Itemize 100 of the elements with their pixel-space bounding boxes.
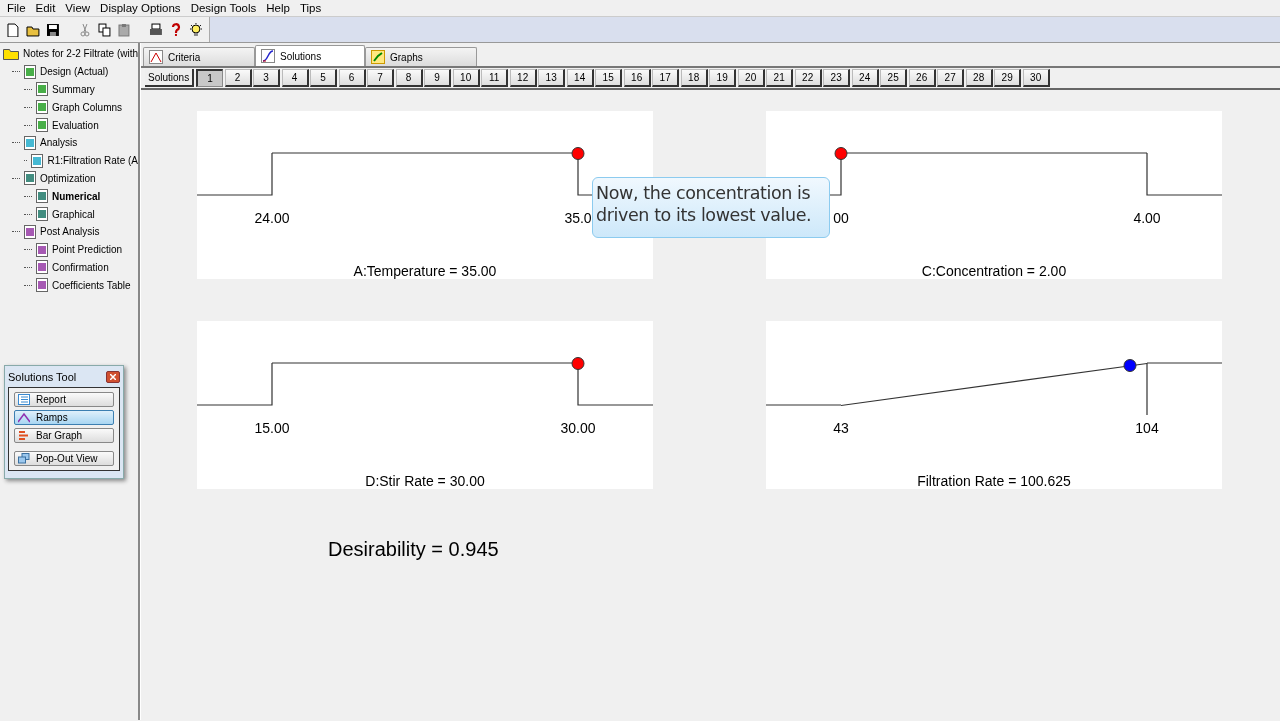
tree-item[interactable]: Graphical [52, 206, 95, 222]
solution-button[interactable]: 17 [652, 69, 680, 87]
peak-icon [149, 50, 163, 64]
menu-item[interactable]: Help [261, 0, 295, 16]
tree-item[interactable]: Coefficients Table [52, 277, 131, 293]
menu-item[interactable]: Tips [294, 0, 327, 16]
solution-button[interactable]: 20 [737, 69, 765, 87]
tree-item[interactable]: Numerical [52, 188, 101, 204]
tree-item[interactable]: Optimization [40, 170, 96, 186]
ramp-icon [18, 412, 30, 423]
tool-button[interactable]: Report [14, 392, 114, 407]
ramp-title: Filtration Rate = 100.625 [916, 472, 1072, 491]
solution-button[interactable]: 16 [623, 69, 651, 87]
solution-button[interactable]: 18 [680, 69, 708, 87]
tool-window-title: Solutions Tool [8, 369, 77, 385]
high-value: 4.00 [1133, 209, 1161, 228]
tree-item[interactable]: Post Analysis [40, 224, 100, 240]
desirability-text: Desirability = 0.945 [328, 537, 499, 562]
tree-item[interactable]: Point Prediction [52, 242, 123, 258]
solution-button[interactable]: 1 [196, 69, 224, 87]
low-value: 24.00 [254, 209, 290, 228]
high-value: 30.00 [560, 419, 596, 438]
document-icon [36, 189, 48, 204]
solution-button[interactable]: 27 [937, 69, 965, 87]
solution-button[interactable]: 2 [224, 69, 252, 87]
solution-button[interactable]: 10 [452, 69, 480, 87]
document-icon [36, 118, 48, 133]
solution-button[interactable]: 25 [880, 69, 908, 87]
value-dot[interactable] [571, 356, 585, 370]
chart-icon [371, 50, 385, 64]
solution-button[interactable]: 28 [965, 69, 993, 87]
tree-item[interactable]: R1:Filtration Rate (A [47, 153, 138, 169]
copy-icon[interactable] [97, 22, 112, 37]
document-icon [36, 207, 48, 222]
document-icon [36, 100, 48, 115]
solution-button[interactable]: 7 [367, 69, 395, 87]
low-value: 00 [833, 209, 849, 228]
callout-text: Now, the concentration is driven to its lowest value. [592, 177, 830, 238]
tool-button[interactable]: Ramps [14, 410, 114, 425]
folder-icon [3, 47, 19, 60]
menu-item[interactable]: File [2, 0, 31, 16]
tree-item[interactable]: Confirmation [52, 259, 109, 275]
solution-button[interactable]: 13 [538, 69, 566, 87]
solution-button[interactable]: 14 [566, 69, 594, 87]
bars-icon [18, 430, 30, 441]
document-icon [24, 171, 36, 186]
menu-item[interactable]: Design Tools [185, 0, 262, 16]
paste-icon[interactable] [117, 22, 132, 37]
save-icon[interactable] [45, 22, 60, 37]
solution-button[interactable]: 5 [310, 69, 338, 87]
lightbulb-icon[interactable] [189, 22, 204, 37]
high-value: 35.0 [564, 209, 592, 228]
tool-button[interactable]: Bar Graph [14, 428, 114, 443]
solution-button[interactable]: 11 [481, 69, 509, 87]
solution-button[interactable]: 3 [253, 69, 281, 87]
tab[interactable]: Criteria [143, 47, 255, 66]
solution-button[interactable]: 6 [338, 69, 366, 87]
document-icon [36, 242, 48, 257]
value-dot[interactable] [834, 146, 848, 160]
document-icon [36, 82, 48, 97]
solution-button[interactable]: 8 [395, 69, 423, 87]
list-icon [18, 394, 30, 405]
tool-button[interactable]: Pop-Out View [14, 451, 114, 466]
new-file-icon[interactable] [6, 22, 20, 37]
tree-item[interactable]: Graph Columns [52, 99, 123, 115]
close-button[interactable] [106, 371, 120, 383]
value-dot[interactable] [571, 146, 585, 160]
ramp-title: A:Temperature = 35.00 [352, 262, 498, 281]
solutions-label: Solutions [145, 69, 195, 87]
solution-button[interactable]: 4 [281, 69, 309, 87]
cut-icon[interactable] [77, 22, 92, 37]
solution-button[interactable]: 29 [994, 69, 1022, 87]
solution-button[interactable]: 23 [823, 69, 851, 87]
printer-icon[interactable] [149, 22, 164, 37]
solution-button[interactable]: 24 [851, 69, 879, 87]
menu-item[interactable]: Edit [30, 0, 61, 16]
solution-button[interactable]: 30 [1022, 69, 1050, 87]
solution-button[interactable]: 12 [509, 69, 537, 87]
tab[interactable]: Graphs [365, 47, 477, 66]
tree-item[interactable]: Summary [52, 82, 95, 97]
low-value: 43 [833, 419, 849, 438]
tree-item[interactable]: Design (Actual) [40, 64, 109, 80]
value-dot[interactable] [1123, 358, 1137, 372]
low-value: 15.00 [254, 419, 290, 438]
tree-item[interactable]: Analysis [40, 135, 78, 151]
ramp-title: C:Concentration = 2.00 [920, 262, 1068, 281]
tree-item[interactable]: Evaluation [52, 117, 99, 133]
solution-button[interactable]: 26 [908, 69, 936, 87]
document-icon [31, 153, 44, 168]
solution-button[interactable]: 19 [709, 69, 737, 87]
menu-item[interactable]: Display Options [95, 0, 186, 16]
document-icon [24, 64, 36, 79]
solution-button[interactable]: 22 [794, 69, 822, 87]
menu-item[interactable]: View [60, 0, 96, 16]
tree-item[interactable]: Notes for 2-2 Filtrate (with [23, 46, 139, 62]
tab[interactable]: Solutions [255, 45, 365, 66]
document-icon [24, 135, 36, 150]
solution-button[interactable]: 9 [424, 69, 452, 87]
solution-button[interactable]: 15 [595, 69, 623, 87]
solution-button[interactable]: 21 [766, 69, 794, 87]
